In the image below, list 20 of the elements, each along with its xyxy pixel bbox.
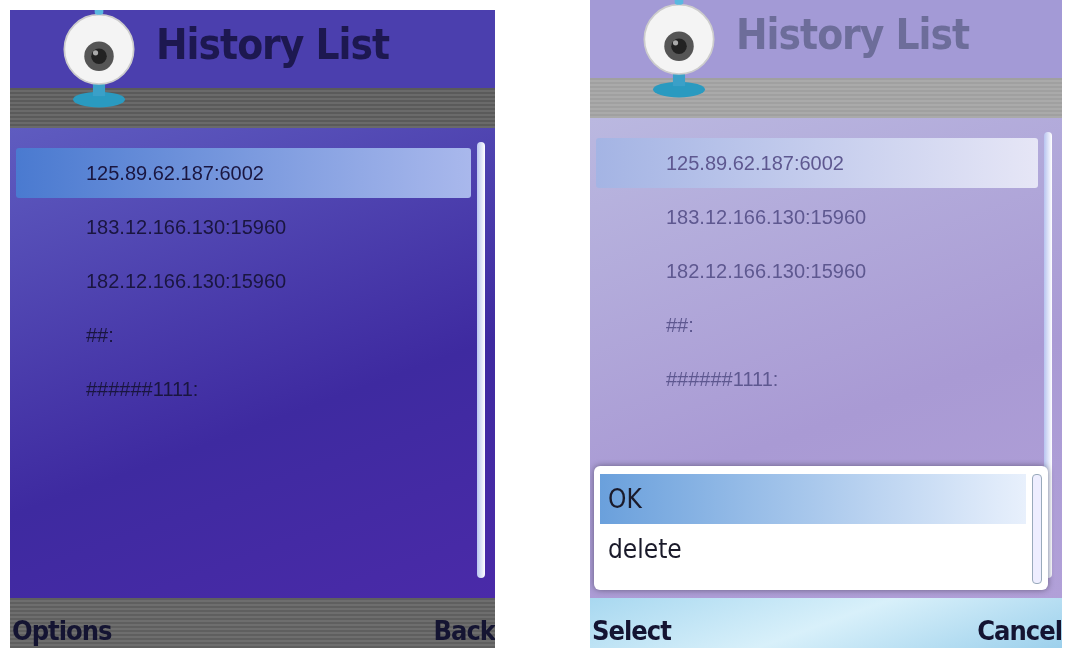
softkey[interactable]: Back	[433, 615, 495, 646]
history-item[interactable]: 125.89.62.187:6002	[596, 138, 1038, 188]
softkey[interactable]: Select	[592, 615, 671, 646]
scrollbar[interactable]	[477, 142, 485, 578]
softkey[interactable]: Cancel	[977, 615, 1062, 646]
history-item[interactable]: 125.89.62.187:6002	[16, 148, 471, 198]
history-item[interactable]: 182.12.166.130:15960	[596, 246, 1038, 296]
history-item[interactable]: ######1111:	[596, 354, 1038, 404]
screen-title: History List	[736, 10, 970, 59]
history-item[interactable]: ##:	[596, 300, 1038, 350]
history-item[interactable]: 183.12.166.130:15960	[16, 202, 471, 252]
softkey[interactable]: Options	[12, 615, 112, 646]
menu-item[interactable]: delete	[600, 524, 1026, 574]
history-item[interactable]: 182.12.166.130:15960	[16, 256, 471, 306]
history-item[interactable]: 183.12.166.130:15960	[596, 192, 1038, 242]
menu-item[interactable]: OK	[600, 474, 1026, 524]
history-item[interactable]: ######1111:	[16, 364, 471, 414]
history-item[interactable]: ##:	[16, 310, 471, 360]
scrollbar[interactable]	[1032, 474, 1042, 584]
screen-title: History List	[156, 20, 390, 69]
